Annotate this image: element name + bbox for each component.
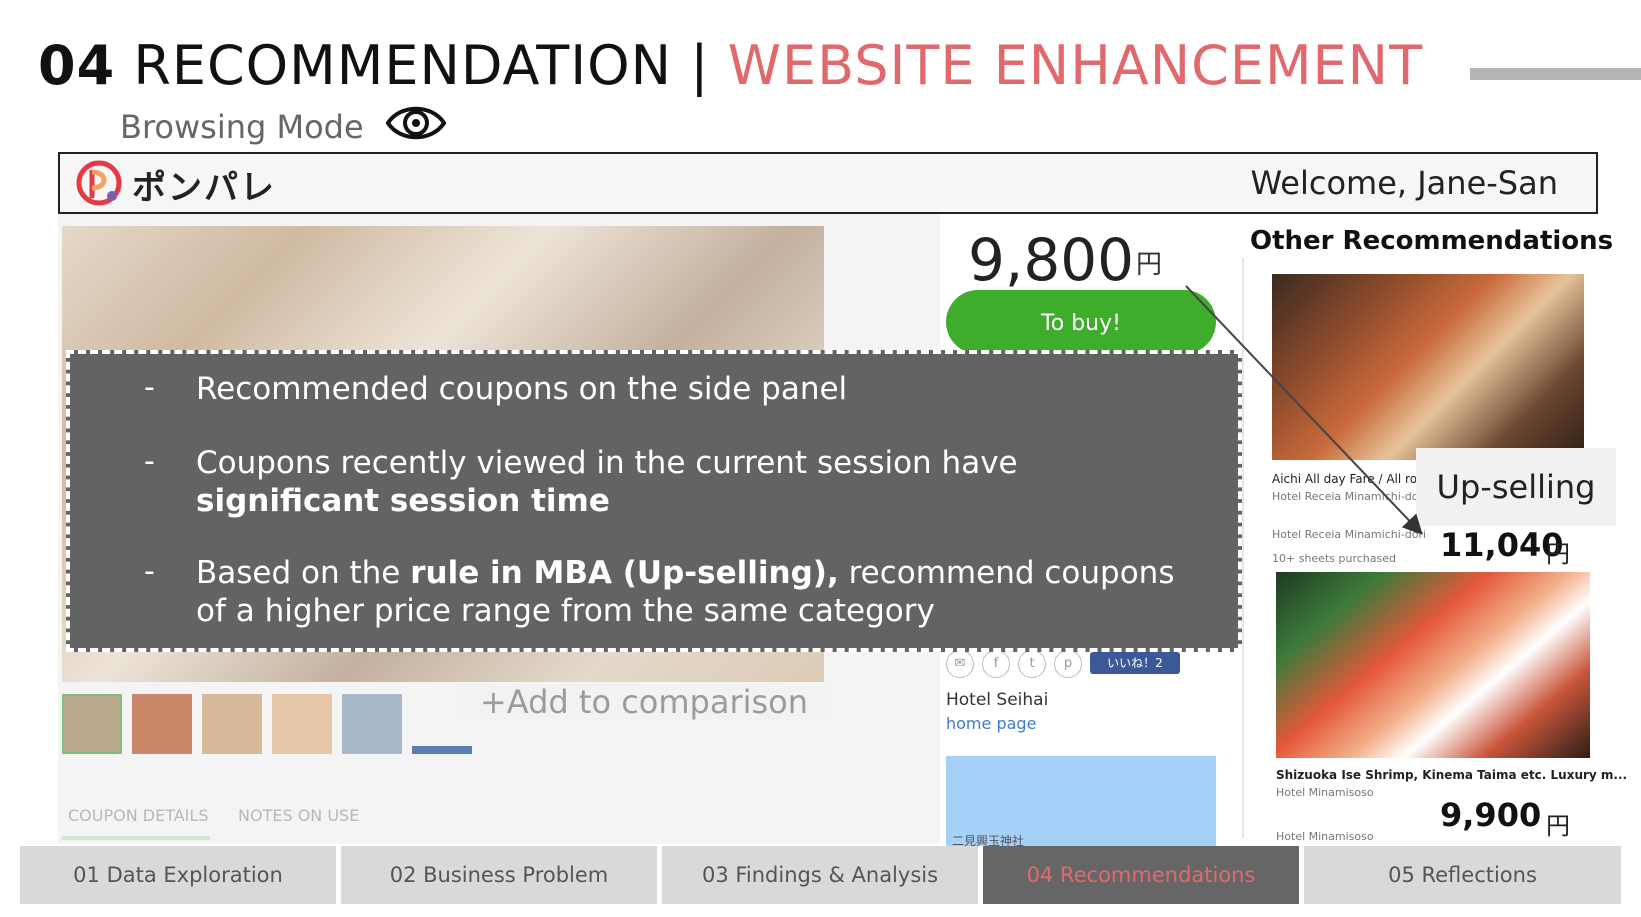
twitter-icon[interactable]: t	[1018, 650, 1046, 678]
bullet-2-text: Coupons recently viewed in the current s…	[196, 445, 1018, 481]
logo-text[interactable]: ポンパレ	[132, 160, 276, 209]
title-accent: WEBSITE ENHANCEMENT	[727, 34, 1424, 97]
location-map[interactable]: 二見興玉神社	[946, 756, 1216, 848]
welcome-message: Welcome, Jane-San	[1250, 164, 1558, 202]
bullet-3: Based on the rule in MBA (Up-selling), r…	[196, 554, 1206, 630]
ponpare-logo-icon[interactable]	[74, 158, 124, 208]
tab-notes-on-use[interactable]: NOTES ON USE	[238, 806, 359, 825]
title-rule	[1470, 68, 1641, 80]
buy-button[interactable]: To buy!	[946, 290, 1216, 354]
up-selling-tag: Up-selling	[1416, 448, 1616, 526]
thumbnail[interactable]	[132, 694, 192, 754]
pinterest-icon[interactable]: p	[1054, 650, 1082, 678]
site-header: ポンパレ Welcome, Jane-San	[58, 152, 1598, 214]
thumbnail[interactable]	[202, 694, 262, 754]
thumbnail[interactable]	[62, 694, 122, 754]
browsing-mode-label: Browsing Mode	[120, 108, 364, 146]
bullet-dash: -	[144, 370, 155, 405]
home-page-link[interactable]: home page	[946, 714, 1036, 733]
nav-data-exploration[interactable]: 01 Data Exploration	[20, 846, 336, 904]
bullet-3-text: Based on the	[196, 555, 411, 591]
rec1-sold-count: 10+ sheets purchased	[1272, 552, 1396, 565]
tab-active-indicator	[62, 836, 210, 840]
mail-icon[interactable]: ✉	[946, 650, 974, 678]
title-number: 04	[38, 34, 116, 97]
other-recommendations-title: Other Recommendations	[1250, 226, 1614, 256]
thumbnail[interactable]	[272, 694, 332, 754]
hotel-name: Hotel Seihai	[946, 690, 1049, 710]
facebook-icon[interactable]: f	[982, 650, 1010, 678]
rec1-price: 11,040	[1440, 526, 1564, 564]
bullet-2-bold: significant session time	[196, 483, 610, 519]
coupon-tabs: COUPON DETAILS NOTES ON USE	[62, 798, 922, 838]
add-to-comparison-button[interactable]: +Add to comparison	[458, 684, 830, 720]
rec2-title[interactable]: Shizuoka Ise Shrimp, Kinema Taima etc. L…	[1276, 768, 1627, 782]
social-share-bar: ✉ f t p いいね！2	[946, 650, 1186, 678]
thumbnail[interactable]	[412, 746, 472, 754]
insight-overlay: - Recommended coupons on the side panel …	[66, 350, 1242, 652]
bullet-1-text: Recommended coupons on the side panel	[196, 371, 848, 407]
nav-business-problem[interactable]: 02 Business Problem	[341, 846, 657, 904]
section-nav: 01 Data Exploration 02 Business Problem …	[20, 846, 1621, 904]
rec2-image[interactable]	[1276, 572, 1590, 758]
rec1-currency: 円	[1546, 540, 1570, 568]
bullet-2: Coupons recently viewed in the current s…	[196, 444, 1206, 520]
bullet-3-bold: rule in MBA (Up-selling),	[410, 555, 839, 591]
thumbnail[interactable]	[342, 694, 402, 754]
bullet-dash: -	[144, 554, 155, 589]
rec2-hotel: Hotel Minamisoso	[1276, 786, 1374, 799]
rec2-hotel-secondary: Hotel Minamisoso	[1276, 830, 1374, 843]
price-currency: 円	[1136, 250, 1163, 280]
tab-coupon-details[interactable]: COUPON DETAILS	[68, 806, 208, 825]
eye-icon	[385, 106, 447, 140]
nav-reflections[interactable]: 05 Reflections	[1304, 846, 1621, 904]
bullet-dash: -	[144, 444, 155, 479]
nav-recommendations[interactable]: 04 Recommendations	[983, 846, 1299, 904]
bullet-1: Recommended coupons on the side panel	[196, 370, 1206, 408]
title-main: RECOMMENDATION	[133, 34, 673, 97]
title-separator: |	[690, 34, 710, 97]
rec2-price: 9,900	[1440, 796, 1542, 834]
thumbnail-strip	[62, 694, 502, 756]
nav-findings-analysis[interactable]: 03 Findings & Analysis	[662, 846, 978, 904]
page-title: 04 RECOMMENDATION | WEBSITE ENHANCEMENT	[38, 34, 1423, 97]
product-price: 9,800	[968, 226, 1135, 294]
rec2-currency: 円	[1546, 812, 1570, 840]
like-button[interactable]: いいね！2	[1090, 652, 1180, 674]
